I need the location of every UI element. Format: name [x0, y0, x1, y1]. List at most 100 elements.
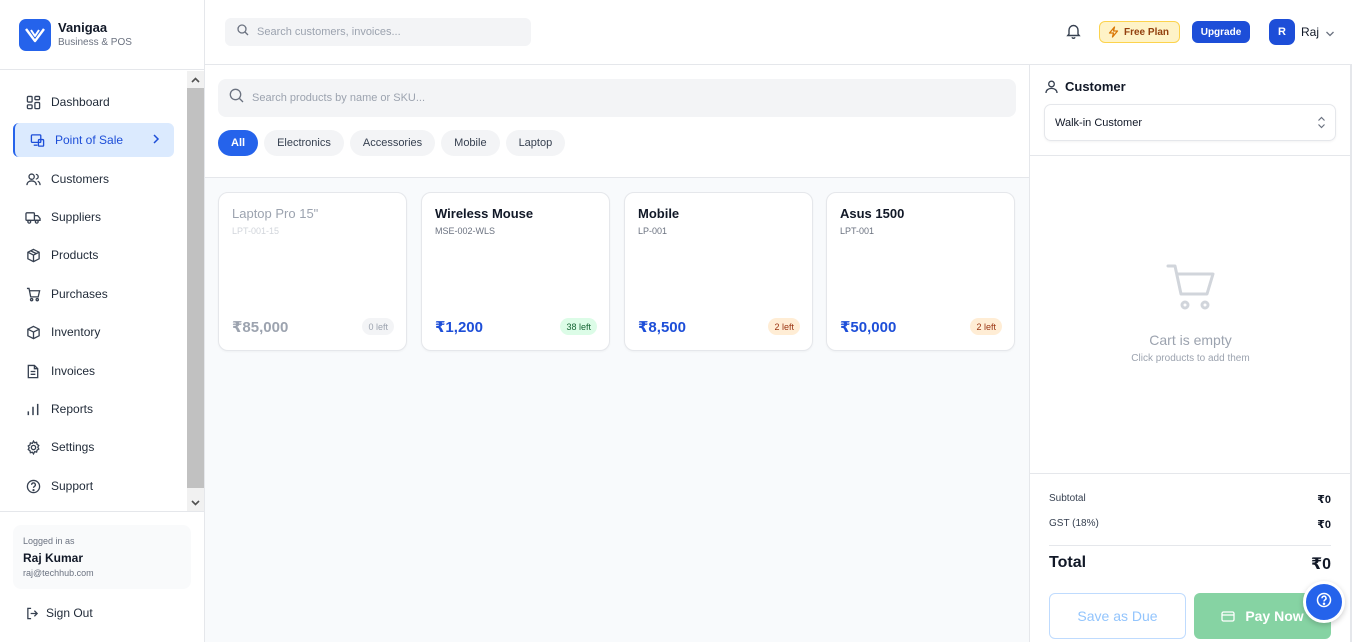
brand[interactable]: Vanigaa Business & POS [0, 0, 204, 70]
sidebar-item-invoices[interactable]: Invoices [13, 354, 174, 388]
truck-icon [25, 209, 41, 225]
customer-heading-label: Customer [1065, 79, 1126, 94]
sidebar-item-label: Invoices [51, 364, 96, 378]
total-row: Total ₹0 [1049, 554, 1331, 579]
chevron-down-icon[interactable] [1325, 25, 1335, 43]
product-name: Asus 1500 [840, 206, 905, 221]
sidebar-item-label: Suppliers [51, 210, 102, 224]
product-name: Wireless Mouse [435, 206, 534, 221]
gst-row: GST (18%) ₹0 [1049, 518, 1331, 543]
logged-in-user-name: Raj Kumar [23, 551, 84, 565]
gear-icon [25, 439, 41, 455]
category-chip-all[interactable]: All [218, 130, 259, 156]
product-card[interactable]: Asus 1500 LPT-001 ₹50,000 2 left [826, 192, 1015, 351]
scroll-up-arrow-icon[interactable] [187, 71, 204, 88]
scroll-down-arrow-icon[interactable] [187, 494, 204, 511]
product-sku: LPT-001-15 [232, 226, 280, 236]
product-price: ₹8,500 [638, 319, 686, 336]
category-chip-accessories[interactable]: Accessories [349, 130, 436, 156]
sidebar-item-support[interactable]: Support [13, 469, 174, 503]
gst-label: GST (18%) [1049, 518, 1099, 529]
save-as-due-button[interactable]: Save as Due [1049, 593, 1186, 639]
sidebar-item-reports[interactable]: Reports [13, 392, 174, 426]
stock-badge: 2 left [768, 318, 800, 335]
product-card[interactable]: Laptop Pro 15" LPT-001-15 ₹85,000 0 left [218, 192, 407, 351]
gst-value: ₹0 [1317, 519, 1331, 531]
sidebar-item-label: Purchases [51, 287, 108, 301]
subtotal-label: Subtotal [1049, 493, 1086, 504]
upgrade-button[interactable]: Upgrade [1192, 21, 1250, 43]
package-icon [25, 247, 41, 263]
sidebar-nav: Dashboard Point of Sale Customers Suppli… [0, 71, 187, 511]
plan-badge[interactable]: Free Plan [1099, 21, 1181, 43]
help-icon [25, 478, 41, 494]
sidebar-item-customers[interactable]: Customers [13, 162, 174, 196]
sidebar-scrollbar[interactable] [187, 71, 204, 511]
lightning-icon [1108, 26, 1119, 38]
product-price: ₹50,000 [840, 319, 897, 336]
sidebar-item-dashboard[interactable]: Dashboard [13, 85, 174, 119]
global-search[interactable] [225, 18, 531, 46]
sidebar-item-label: Reports [51, 402, 94, 416]
sidebar-item-label: Inventory [51, 325, 101, 339]
subtotal-value: ₹0 [1317, 494, 1331, 506]
sidebar-item-purchases[interactable]: Purchases [13, 277, 174, 311]
total-label: Total [1049, 554, 1087, 571]
category-chip-laptop[interactable]: Laptop [505, 130, 566, 156]
sign-out-button[interactable]: Sign Out [26, 606, 93, 620]
users-icon [25, 171, 41, 187]
avatar[interactable]: R [1269, 19, 1295, 45]
sidebar-item-products[interactable]: Products [13, 238, 174, 272]
cart-divider [1030, 473, 1351, 474]
subtotal-row: Subtotal ₹0 [1049, 493, 1331, 518]
box-icon [25, 324, 41, 340]
sign-out-label: Sign Out [46, 606, 93, 620]
plan-label: Free Plan [1124, 26, 1170, 38]
scroll-thumb[interactable] [187, 88, 204, 488]
category-chip-mobile[interactable]: Mobile [441, 130, 500, 156]
product-search-input[interactable] [252, 92, 1016, 104]
product-price: ₹85,000 [232, 319, 289, 336]
help-chat-button[interactable] [1303, 581, 1345, 623]
product-card[interactable]: Mobile LP-001 ₹8,500 2 left [624, 192, 813, 351]
product-sku: LP-001 [638, 226, 668, 236]
logged-in-label: Logged in as [23, 536, 75, 546]
pay-now-label: Pay Now [1245, 608, 1304, 624]
sidebar-item-label: Customers [51, 172, 110, 186]
sidebar-item-label: Support [51, 479, 94, 493]
customer-select[interactable]: Walk-in Customer [1044, 104, 1336, 141]
stock-badge: 0 left [362, 318, 394, 335]
shopping-cart-icon [1165, 261, 1217, 318]
brand-subtitle: Business & POS [58, 37, 132, 48]
sidebar-item-inventory[interactable]: Inventory [13, 315, 174, 349]
category-chip-electronics[interactable]: Electronics [264, 130, 344, 156]
product-card[interactable]: Wireless Mouse MSE-002-WLS ₹1,200 38 lef… [421, 192, 610, 351]
search-icon [229, 88, 244, 108]
totals-divider [1049, 545, 1331, 546]
product-name: Mobile [638, 206, 680, 221]
product-sku: MSE-002-WLS [435, 226, 496, 236]
sidebar-item-settings[interactable]: Settings [13, 430, 174, 464]
chevron-up-down-icon [1317, 116, 1326, 132]
customer-select-value: Walk-in Customer [1055, 116, 1142, 129]
credit-card-icon [1221, 610, 1235, 622]
category-chips: All Electronics Accessories Mobile Lapto… [218, 130, 566, 156]
stock-badge: 38 left [560, 318, 597, 335]
product-search[interactable] [218, 79, 1016, 117]
sidebar-item-label: Products [51, 248, 99, 262]
sidebar-divider [0, 511, 205, 512]
stock-badge: 2 left [970, 318, 1002, 335]
cart-divider [1030, 155, 1351, 156]
question-circle-icon [1316, 592, 1332, 613]
sidebar-item-suppliers[interactable]: Suppliers [13, 200, 174, 234]
sidebar-item-point-of-sale[interactable]: Point of Sale [13, 123, 174, 157]
bell-icon[interactable] [1066, 23, 1081, 44]
product-sku: LPT-001 [840, 226, 875, 236]
global-search-input[interactable] [257, 26, 531, 38]
product-name: Laptop Pro 15" [232, 206, 319, 221]
logged-in-user-card: Logged in as Raj Kumar raj@techhub.com [13, 525, 191, 589]
cart-panel: Customer Walk-in Customer Cart is empty … [1029, 65, 1352, 642]
pos-icon [29, 132, 45, 148]
customer-heading: Customer [1045, 79, 1126, 94]
user-menu-name[interactable]: Raj [1301, 25, 1319, 39]
